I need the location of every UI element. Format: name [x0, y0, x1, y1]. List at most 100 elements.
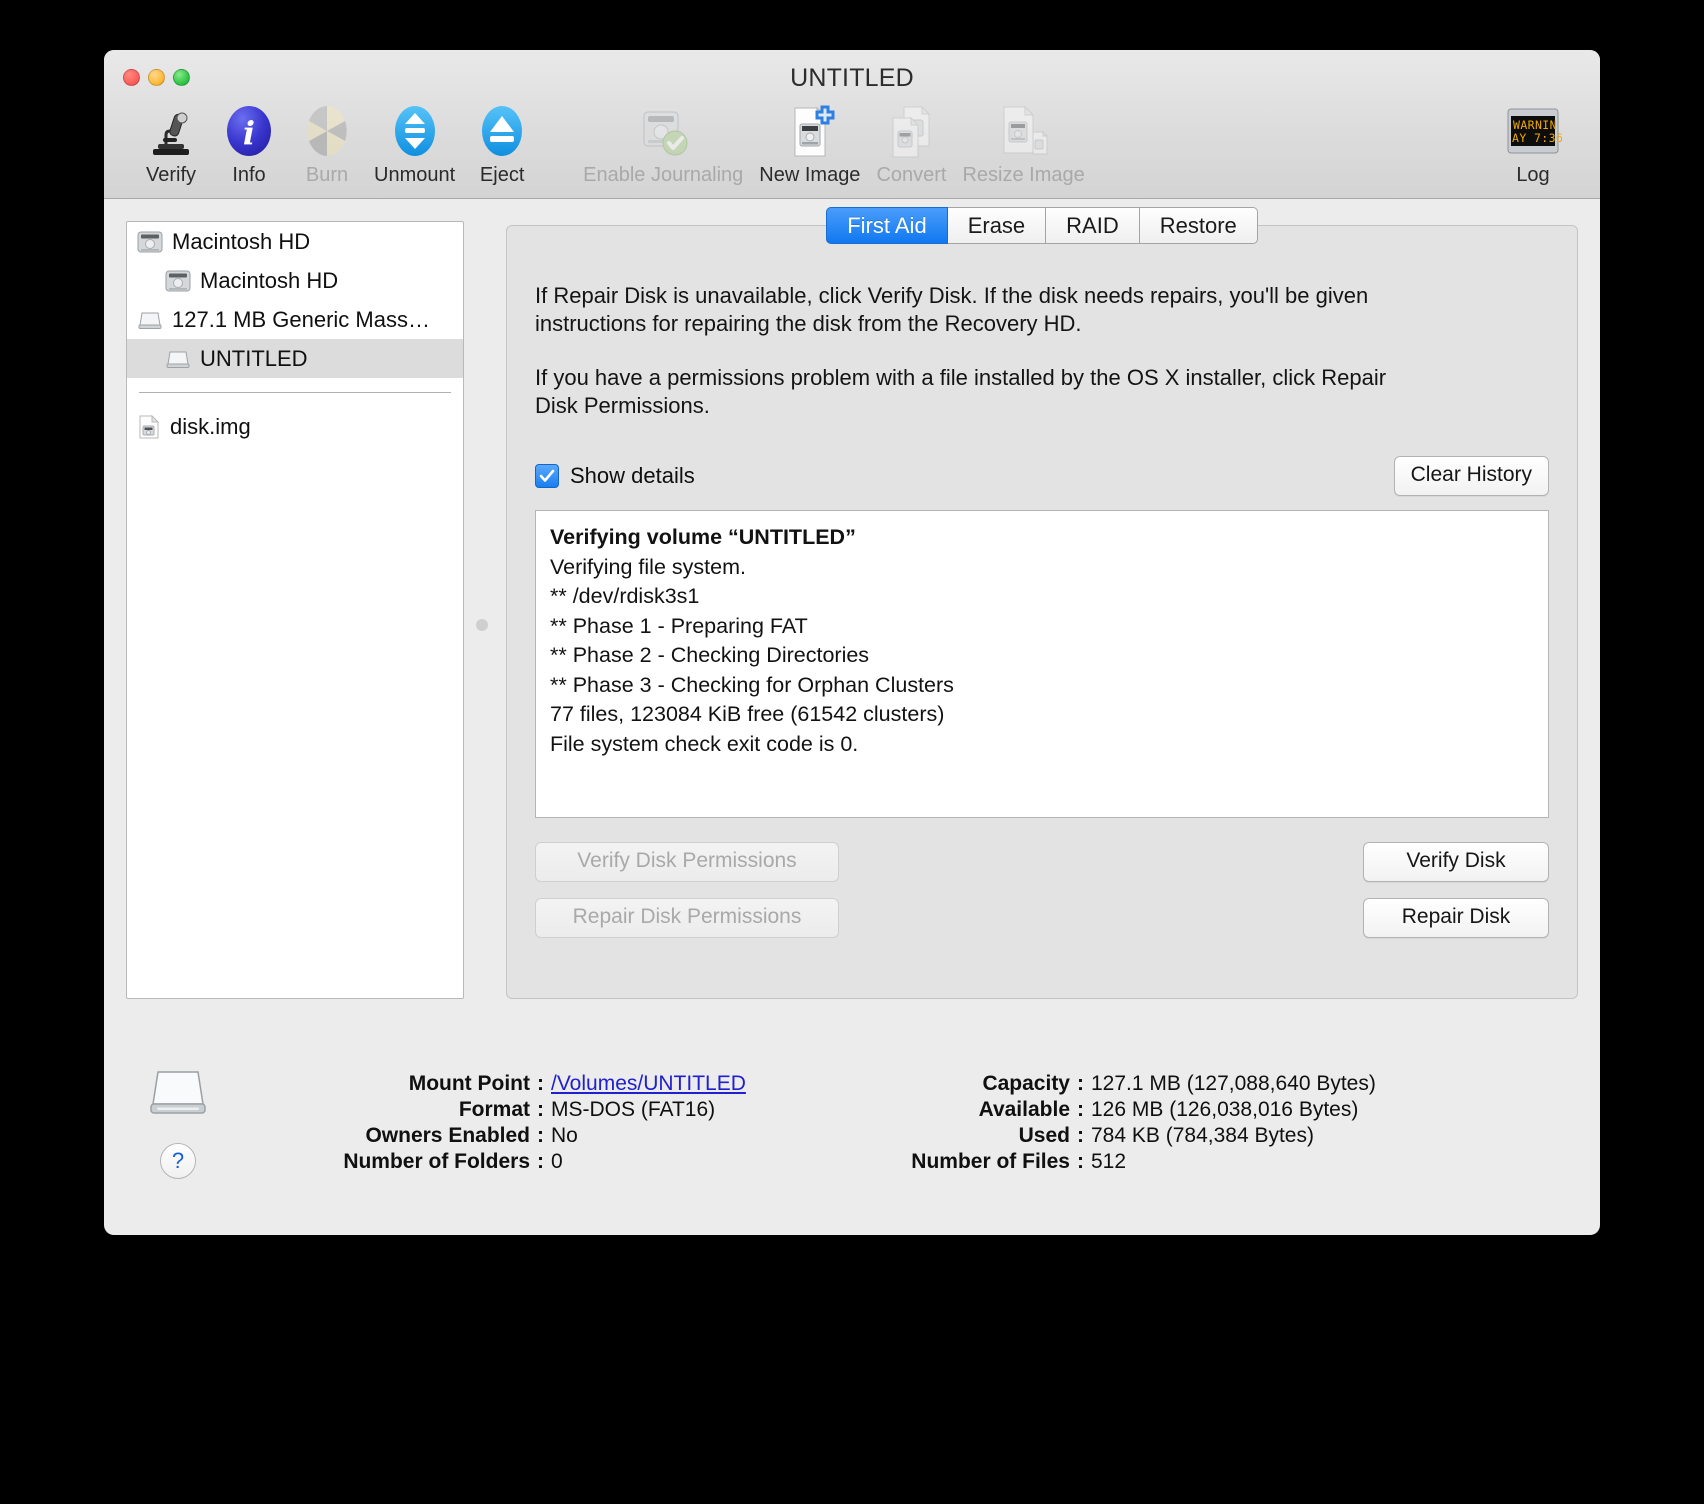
- info-value: 127.1 MB (127,088,640 Bytes): [1091, 1072, 1376, 1095]
- clear-history-button[interactable]: Clear History: [1393, 456, 1549, 496]
- repair-disk-button[interactable]: Repair Disk: [1363, 898, 1549, 938]
- removable-disk-icon: [137, 308, 163, 332]
- new-image-icon: [779, 100, 841, 162]
- disk-list-sidebar[interactable]: Macintosh HD Macintosh HD 127.1 MB Gener…: [126, 221, 464, 999]
- log-line: File system check exit code is 0.: [550, 731, 859, 756]
- disk-utility-window: UNTITLED Verify i Info Burn Unmount Ejec…: [104, 50, 1600, 1235]
- first-aid-paragraph-1: If Repair Disk is unavailable, click Ver…: [535, 283, 1369, 336]
- toolbar-item-verify[interactable]: Verify: [132, 98, 210, 187]
- toolbar-item-label: Convert: [876, 164, 947, 186]
- info-colon: :: [537, 1072, 544, 1095]
- info-row-capacity: Capacity : 127.1 MB (127,088,640 Bytes): [790, 1072, 1578, 1098]
- sidebar-resize-handle[interactable]: [476, 618, 488, 631]
- log-line: ** Phase 3 - Checking for Orphan Cluster…: [550, 672, 954, 697]
- toolbar-item-eject[interactable]: Eject: [463, 98, 541, 187]
- info-row-available: Available : 126 MB (126,038,016 Bytes): [790, 1098, 1578, 1124]
- info-key: Available: [978, 1098, 1070, 1121]
- toolbar-item-label: Eject: [479, 164, 525, 186]
- volume-icon-column: ?: [126, 1064, 230, 1235]
- titlebar-and-toolbar: UNTITLED Verify i Info Burn Unmount Ejec…: [104, 50, 1600, 199]
- sidebar-item-macintosh-hd-drive[interactable]: Macintosh HD: [127, 222, 463, 261]
- toolbar-item-label: Info: [232, 164, 266, 186]
- toolbar-item-label: Log: [1516, 164, 1550, 186]
- toolbar-item-label: Enable Journaling: [583, 164, 744, 186]
- main-panel-wrap: First Aid Erase RAID Restore If Repair D…: [506, 207, 1578, 1050]
- toolbar: Verify i Info Burn Unmount Eject Enable …: [104, 98, 1600, 198]
- toolbar-item-log[interactable]: WARNIN AY 7:36 Log: [1494, 98, 1572, 187]
- unmount-icon: [384, 100, 446, 162]
- hard-drive-icon: [165, 269, 191, 293]
- mount-point-link[interactable]: /Volumes/UNTITLED: [551, 1072, 746, 1096]
- info-value: 0: [551, 1150, 563, 1173]
- info-row-number-of-files: Number of Files : 512: [790, 1150, 1578, 1176]
- toolbar-item-resize-image: Resize Image: [954, 98, 1092, 187]
- details-row: Show details Clear History: [535, 456, 1549, 496]
- tab-raid[interactable]: RAID: [1046, 207, 1140, 244]
- log-line: Verifying volume “UNTITLED”: [550, 525, 856, 549]
- toolbar-item-unmount[interactable]: Unmount: [366, 98, 463, 187]
- verify-button-row: Verify Disk Permissions Verify Disk: [535, 842, 1549, 882]
- info-value: 126 MB (126,038,016 Bytes): [1091, 1098, 1359, 1121]
- info-key: Mount Point: [408, 1072, 530, 1095]
- log-icon: WARNIN AY 7:36: [1502, 100, 1564, 162]
- info-icon: i: [218, 100, 280, 162]
- info-key: Format: [458, 1098, 530, 1121]
- toolbar-item-label: Burn: [305, 164, 349, 186]
- toolbar-item-info[interactable]: i Info: [210, 98, 288, 187]
- info-value: 512: [1091, 1150, 1127, 1173]
- info-row-used: Used : 784 KB (784,384 Bytes): [790, 1124, 1578, 1150]
- sidebar-item-label: Macintosh HD: [172, 228, 311, 254]
- repair-disk-permissions-button: Repair Disk Permissions: [535, 898, 839, 938]
- first-aid-log-output[interactable]: Verifying volume “UNTITLED” Verifying fi…: [535, 510, 1549, 818]
- info-key: Capacity: [982, 1072, 1070, 1095]
- info-row-format: Format : MS-DOS (FAT16): [230, 1098, 790, 1124]
- microscope-icon: [140, 100, 202, 162]
- volume-info-left-column: Mount Point : /Volumes/UNTITLED Format :…: [230, 1072, 790, 1235]
- sidebar-item-label: 127.1 MB Generic Mass…: [172, 306, 430, 332]
- toolbar-item-burn: Burn: [288, 98, 366, 187]
- sidebar-item-disk-img[interactable]: disk.img: [127, 407, 463, 446]
- toolbar-item-new-image[interactable]: New Image: [751, 98, 868, 187]
- info-colon: :: [1077, 1072, 1084, 1095]
- hard-drive-icon: [137, 230, 163, 254]
- info-key: Number of Files: [911, 1150, 1070, 1173]
- sidebar-item-label: UNTITLED: [200, 345, 308, 371]
- volume-info-columns: Mount Point : /Volumes/UNTITLED Format :…: [230, 1064, 1578, 1235]
- info-value: No: [551, 1124, 578, 1147]
- sidebar-item-untitled[interactable]: UNTITLED: [127, 339, 463, 378]
- sidebar-item-label: Macintosh HD: [200, 267, 339, 293]
- info-colon: :: [1077, 1150, 1084, 1173]
- tab-erase[interactable]: Erase: [947, 207, 1047, 244]
- first-aid-paragraph-2: If you have a permissions problem with a…: [535, 365, 1387, 418]
- toolbar-item-label: Resize Image: [962, 164, 1085, 186]
- sidebar-item-generic-mass-storage[interactable]: 127.1 MB Generic Mass…: [127, 300, 463, 339]
- volume-info-right-column: Capacity : 127.1 MB (127,088,640 Bytes) …: [790, 1072, 1578, 1235]
- show-details-label: Show details: [570, 463, 695, 488]
- info-row-owners-enabled: Owners Enabled : No: [230, 1124, 790, 1150]
- disk-image-icon: [137, 414, 161, 440]
- verify-disk-button[interactable]: Verify Disk: [1363, 842, 1549, 882]
- info-key: Used: [1018, 1124, 1070, 1147]
- help-button[interactable]: ?: [160, 1143, 196, 1179]
- show-details-checkbox[interactable]: Show details: [535, 463, 695, 489]
- resize-image-icon: [993, 100, 1055, 162]
- removable-disk-icon: [165, 347, 191, 371]
- info-colon: :: [537, 1098, 544, 1121]
- journaling-disk-icon: [632, 100, 694, 162]
- info-row-mount-point: Mount Point : /Volumes/UNTITLED: [230, 1072, 790, 1098]
- first-aid-buttons: Verify Disk Permissions Verify Disk Repa…: [535, 842, 1549, 938]
- info-row-number-of-folders: Number of Folders : 0: [230, 1150, 790, 1176]
- info-value: 784 KB (784,384 Bytes): [1091, 1124, 1314, 1147]
- tab-restore[interactable]: Restore: [1139, 207, 1258, 244]
- tab-first-aid[interactable]: First Aid: [826, 207, 948, 244]
- info-colon: :: [1077, 1098, 1084, 1121]
- window-title: UNTITLED: [790, 64, 914, 92]
- toolbar-item-enable-journaling: Enable Journaling: [575, 98, 751, 187]
- log-line: Verifying file system.: [550, 554, 746, 579]
- toolbar-item-label: New Image: [759, 164, 861, 186]
- info-key: Number of Folders: [343, 1150, 530, 1173]
- sidebar-item-macintosh-hd-volume[interactable]: Macintosh HD: [127, 261, 463, 300]
- log-screen-line2: AY 7:36: [1512, 131, 1562, 145]
- log-line: ** Phase 1 - Preparing FAT: [550, 613, 808, 638]
- volume-info-bar: ? Mount Point : /Volumes/UNTITLED Format…: [104, 1050, 1600, 1235]
